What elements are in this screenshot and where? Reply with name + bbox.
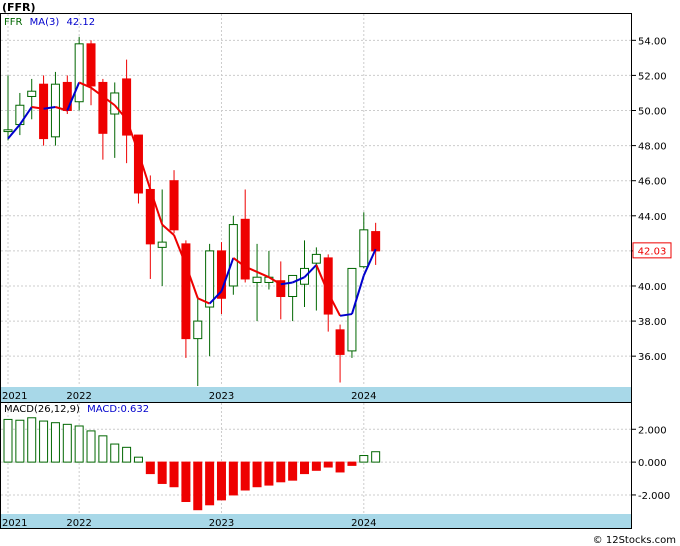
candle-body [27, 90, 37, 97]
macd-bar [216, 461, 226, 501]
candle-body [157, 241, 167, 248]
candle-body [240, 218, 250, 280]
candle-body [311, 253, 321, 264]
price-legend: FFR MA(3) 42.12 [4, 17, 95, 28]
macd-legend-label: MACD(26,12,9) [4, 404, 80, 415]
macd-bar [145, 461, 155, 475]
ma-segment [256, 271, 270, 279]
legend-ma-label: MA(3) [30, 17, 60, 28]
macd-legend-value: MACD:0.632 [87, 404, 149, 415]
macd-tick-label: 2.000 [638, 425, 667, 436]
candle-body [50, 83, 60, 138]
candle-body [371, 231, 381, 252]
legend-ma-value: 42.12 [66, 17, 95, 28]
macd-bar [110, 443, 120, 463]
macd-bar [371, 451, 381, 463]
ma-line [7, 81, 377, 317]
macd-bar [264, 461, 274, 486]
price-y-axis: 36.0038.0040.0042.0044.0046.0048.0050.00… [631, 36, 667, 363]
price-tick-label: 46.00 [638, 177, 667, 188]
macd-bar [347, 461, 357, 466]
stock-chart: 36.0038.0040.0042.0044.0046.0048.0050.00… [0, 1, 676, 546]
macd-bar [122, 446, 132, 463]
macd-x-tick-label: 2021 [2, 518, 27, 529]
price-tick-label: 40.00 [638, 282, 667, 293]
price-tick-label: 44.00 [638, 212, 667, 223]
price-tick-label: 52.00 [638, 71, 667, 82]
price-x-tick-label: 2024 [351, 391, 376, 402]
price-x-tick-label: 2022 [66, 391, 91, 402]
last-price-label: 42.03 [638, 246, 667, 257]
macd-bar [359, 455, 369, 463]
macd-x-axis-band [1, 514, 631, 528]
macd-y-axis: -2.000 0.000 2.000 [631, 425, 670, 502]
legend-symbol: FFR [4, 17, 23, 28]
macd-bar [205, 461, 215, 506]
macd-bar [169, 461, 179, 488]
candle-body [359, 229, 369, 268]
macd-x-tick-label: 2023 [209, 518, 234, 529]
macd-bar [276, 461, 286, 483]
price-candles [3, 36, 381, 386]
price-tick-label: 48.00 [638, 142, 667, 153]
price-x-tick-label: 2021 [2, 391, 27, 402]
macd-bar [228, 461, 238, 496]
candle-body [252, 276, 262, 283]
footer-credit: © 12Stocks.com [593, 535, 676, 546]
price-tick-label: 54.00 [638, 36, 667, 47]
macd-bar [181, 461, 191, 503]
macd-x-tick-label: 2024 [351, 518, 376, 529]
candle-body [86, 43, 96, 87]
macd-bar [27, 417, 37, 463]
macd-tick-label: -2.000 [638, 491, 670, 502]
macd-bar [74, 425, 84, 463]
macd-bar [193, 461, 203, 511]
candle-body [288, 274, 298, 298]
price-x-axis-band [1, 387, 631, 402]
chart-title: (FFR) [2, 1, 36, 14]
macd-bar [39, 420, 49, 463]
macd-x-tick-label: 2022 [66, 518, 91, 529]
candle-body [98, 81, 108, 134]
candle-body [3, 129, 13, 133]
price-tick-label: 36.00 [638, 352, 667, 363]
candle-body [347, 267, 357, 352]
macd-bar [3, 418, 13, 463]
candle-body [335, 329, 345, 355]
candle-body [169, 180, 179, 231]
macd-bar [133, 456, 143, 463]
macd-legend: MACD(26,12,9) MACD:0.632 [4, 404, 149, 415]
macd-bar [86, 430, 96, 463]
macd-bar [311, 461, 321, 471]
macd-bars [3, 417, 381, 511]
price-x-tick-label: 2023 [209, 391, 234, 402]
candle-body [228, 224, 238, 287]
macd-bar [98, 435, 108, 463]
candle-body [193, 320, 203, 340]
macd-bar [62, 423, 72, 463]
macd-bar [157, 461, 167, 484]
macd-bar [288, 461, 298, 481]
macd-bar [335, 461, 345, 473]
candle-body [39, 83, 49, 140]
macd-tick-label: 0.000 [638, 458, 667, 469]
price-tick-label: 38.00 [638, 317, 667, 328]
macd-bar [50, 422, 60, 463]
macd-bar [300, 461, 309, 475]
macd-bar [240, 461, 250, 491]
candle-body [74, 43, 84, 103]
macd-bar [323, 461, 333, 468]
candle-body [205, 250, 215, 308]
price-tick-label: 50.00 [638, 107, 667, 118]
macd-bar [15, 419, 25, 463]
macd-bar [252, 461, 262, 488]
